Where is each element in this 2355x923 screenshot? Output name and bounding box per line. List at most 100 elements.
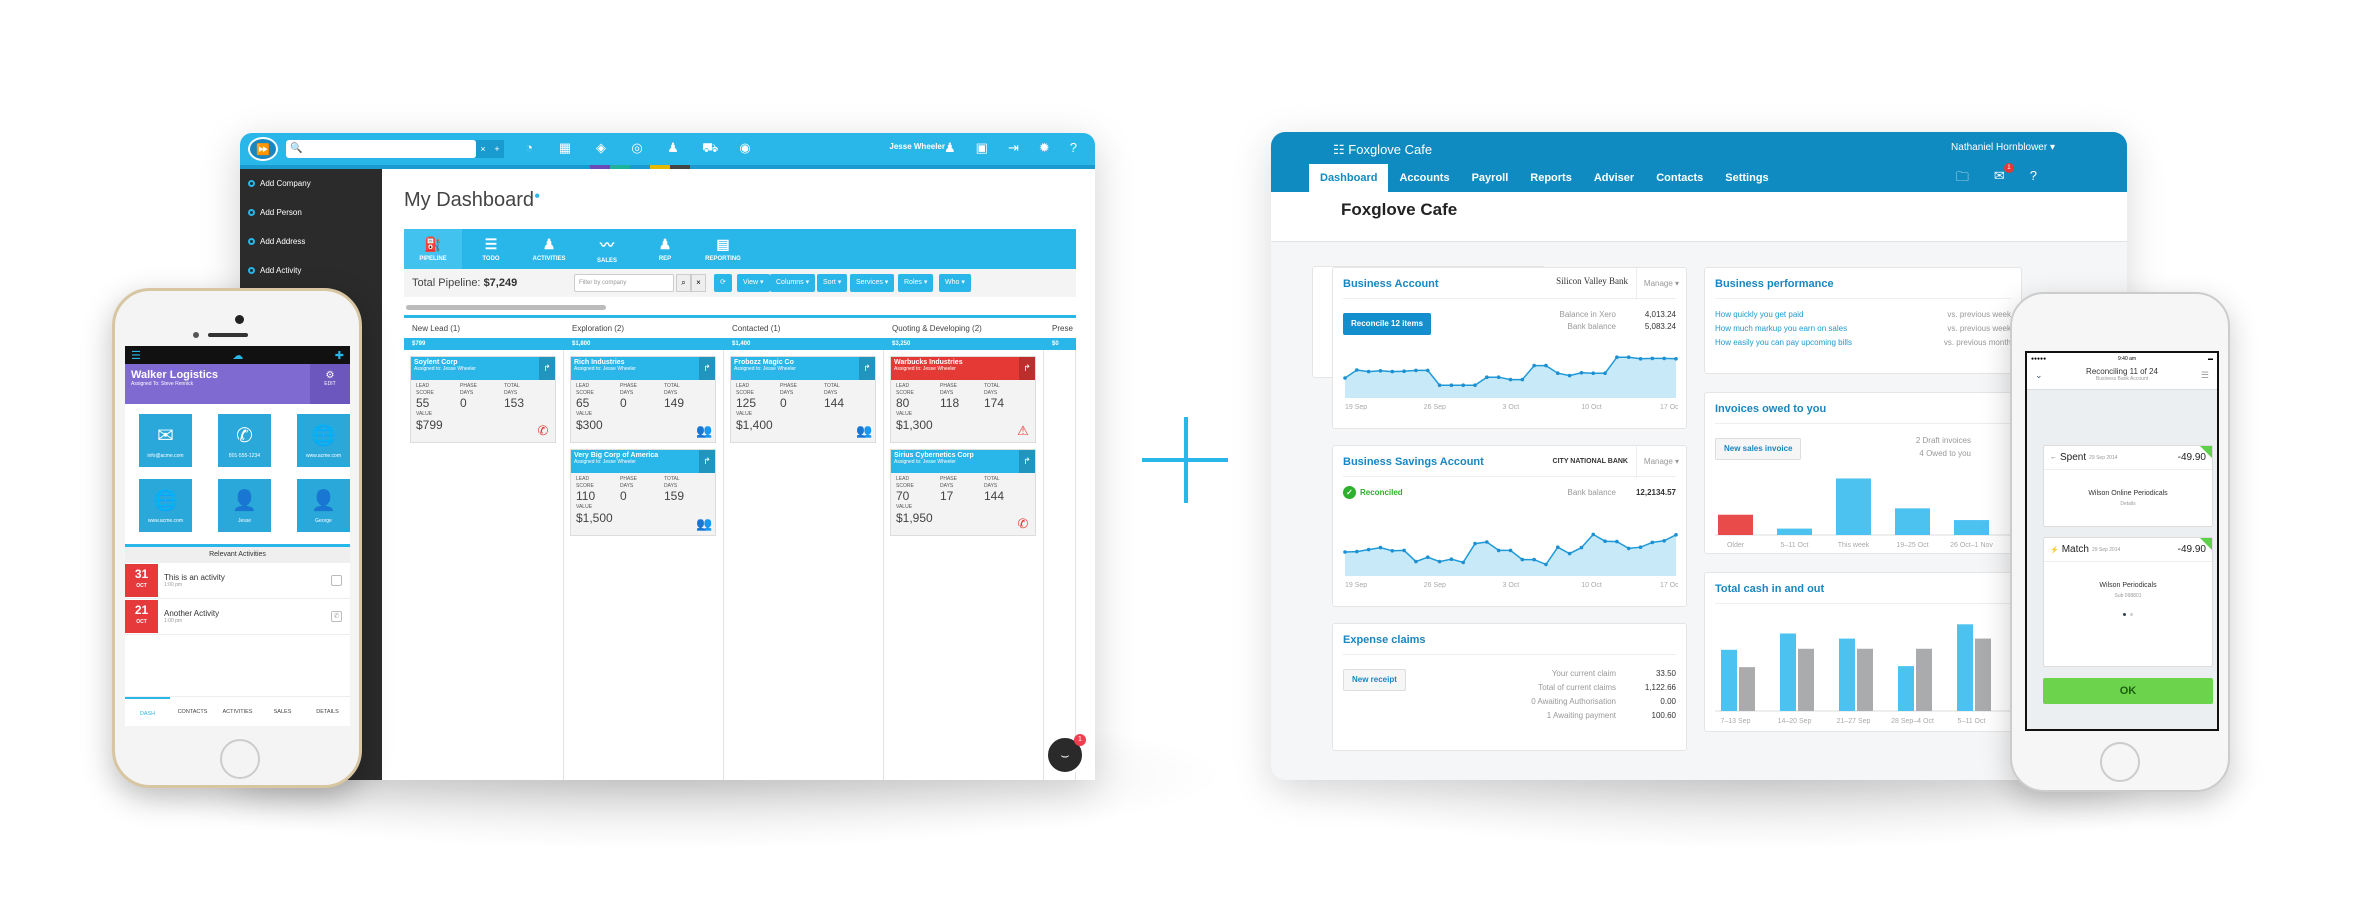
services-dropdown[interactable]: Services ▾ [850, 274, 895, 292]
phone-icon[interactable]: ✆ [1016, 517, 1030, 531]
phone-icon[interactable]: ✆ [331, 611, 342, 622]
dashboard-icon[interactable]: ◔ [522, 140, 536, 158]
share-icon[interactable]: ↱ [1019, 450, 1035, 473]
tab-settings[interactable]: Settings [1714, 164, 1779, 192]
deal-company[interactable]: Warbucks Industries [894, 359, 1032, 366]
tab-contacts[interactable]: CONTACTS [170, 697, 215, 726]
info-icon[interactable]: ● [534, 190, 540, 201]
filter-search-button[interactable]: ⌕ [676, 274, 691, 292]
tab-sales[interactable]: SALES [260, 697, 305, 726]
target-icon[interactable]: ◈ [594, 140, 608, 158]
deal-card[interactable]: Warbucks Industries Assigned to: Jesse W… [890, 356, 1036, 443]
share-icon[interactable]: ↱ [699, 357, 715, 380]
calendar-icon[interactable]: ▦ [558, 140, 572, 158]
crm-search-input[interactable]: 🔍 [286, 140, 476, 158]
horizontal-scrollbar[interactable] [406, 305, 606, 310]
sidebar-item-add-person[interactable]: Add Person [240, 198, 382, 227]
help-icon[interactable]: ? [2030, 168, 2037, 190]
share-icon[interactable]: ↱ [1019, 357, 1035, 380]
sort-dropdown[interactable]: Sort ▾ [817, 274, 848, 292]
filter-clear-button[interactable]: × [691, 274, 706, 292]
deal-company[interactable]: Rich Industries [574, 359, 712, 366]
new-receipt-button[interactable]: New receipt [1343, 669, 1406, 691]
contact-tile[interactable]: ✉ info@acme.com [139, 414, 192, 467]
manage-dropdown[interactable]: Manage ▾ [1636, 268, 1686, 300]
files-icon[interactable]: 🗀 [1956, 168, 1969, 190]
roles-dropdown[interactable]: Roles ▾ [898, 274, 934, 292]
crm-user-name[interactable]: Jesse Wheeler [889, 142, 945, 151]
manage-dropdown[interactable]: Manage ▾ [1636, 446, 1686, 478]
tab-activities[interactable]: ACTIVITIES [215, 697, 260, 726]
spent-card[interactable]: ← Spent 29 Sep 2014 -49.90 Wilson Online Pe… [2043, 445, 2213, 527]
tab-todo[interactable]: ☰ TODO [462, 229, 520, 269]
contact-tile[interactable]: 🌐 www.acme.com [297, 414, 350, 467]
location-icon[interactable]: ◉ [738, 140, 752, 158]
match-card[interactable]: ⚡ Match 29 Sep 2014 -49.90 Wilson Periodica… [2043, 537, 2213, 667]
deal-card[interactable]: Very Big Corp of America Assigned to: Je… [570, 449, 716, 536]
tab-reports[interactable]: Reports [1519, 164, 1583, 192]
deal-company[interactable]: Frobozz Magic Co [734, 359, 872, 366]
tab-payroll[interactable]: Payroll [1461, 164, 1520, 192]
tab-rep[interactable]: ♟ REP [636, 229, 694, 269]
refresh-button[interactable]: ⟳ [714, 274, 732, 292]
columns-dropdown[interactable]: Columns ▾ [770, 274, 816, 292]
user-icon[interactable]: ♟ [944, 140, 956, 156]
sidebar-item-add-address[interactable]: Add Address [240, 227, 382, 256]
new-sales-invoice-button[interactable]: New sales invoice [1715, 438, 1802, 460]
help-icon[interactable]: ? [1070, 140, 1077, 156]
who-dropdown[interactable]: Who ▾ [939, 274, 971, 292]
deal-company[interactable]: Very Big Corp of America [574, 452, 712, 459]
sidebar-item-add-activity[interactable]: Add Activity [240, 256, 382, 285]
activity-row[interactable]: 21 OCT Another Activity 1:00 pm ✆ [125, 599, 350, 635]
performance-link[interactable]: How easily you can pay upcoming bills [1715, 338, 1852, 347]
search-add-button[interactable]: + [490, 140, 504, 158]
tab-sales[interactable]: 〰 SALES [578, 229, 636, 269]
contact-tile[interactable]: 👤 George [297, 479, 350, 532]
share-icon[interactable]: ↱ [539, 357, 555, 380]
checkbox-icon[interactable] [331, 575, 342, 586]
pager-dots[interactable] [2044, 613, 2212, 616]
tab-accounts[interactable]: Accounts [1388, 164, 1460, 192]
user-menu[interactable]: Nathaniel Hornblower ▾ [1951, 142, 2055, 153]
deal-card[interactable]: Sirius Cybernetics Corp Assigned to: Jes… [890, 449, 1036, 536]
deal-card[interactable]: Soylent Corp Assigned to: Jesse Wheeler … [410, 356, 556, 443]
add-icon[interactable]: ✚ [335, 349, 344, 362]
deal-company[interactable]: Soylent Corp [414, 359, 552, 366]
tab-dash[interactable]: DASH [125, 697, 170, 726]
filter-company-input[interactable]: Filter by company [574, 274, 674, 292]
phone-home-button[interactable] [2100, 742, 2140, 782]
person-icon[interactable]: ♟ [666, 140, 680, 158]
settings-icon[interactable]: ✹ [1039, 140, 1050, 156]
tab-activities[interactable]: ♟ ACTIVITIES [520, 229, 578, 269]
sidebar-item-add-company[interactable]: Add Company [240, 169, 382, 198]
phone-home-button[interactable] [220, 739, 260, 779]
list-icon[interactable]: ☰ [2201, 370, 2209, 381]
view-dropdown[interactable]: View ▾ [737, 274, 770, 292]
logout-icon[interactable]: ⇥ [1008, 140, 1019, 156]
performance-link[interactable]: How much markup you earn on sales [1715, 324, 1847, 333]
warning-icon[interactable]: ⚠ [1016, 424, 1030, 438]
tab-details[interactable]: DETAILS [305, 697, 350, 726]
org-switcher[interactable]: ☷ Foxglove Cafe [1333, 142, 1432, 158]
compass-icon[interactable]: ◎ [630, 140, 644, 158]
tab-contacts[interactable]: Contacts [1645, 164, 1714, 192]
share-icon[interactable]: ↱ [699, 450, 715, 473]
edit-button[interactable]: ⚙ EDIT [310, 364, 350, 404]
details-link[interactable]: Details [2044, 501, 2212, 507]
contact-tile[interactable]: 👤 Jesse [218, 479, 271, 532]
deal-company[interactable]: Sirius Cybernetics Corp [894, 452, 1032, 459]
chat-button[interactable]: ⌣ 1 [1045, 734, 1086, 775]
performance-link[interactable]: How quickly you get paid [1715, 310, 1804, 319]
tab-dashboard[interactable]: Dashboard [1309, 164, 1389, 192]
menu-icon[interactable]: ☰ [131, 349, 141, 362]
window-icon[interactable]: ▣ [976, 140, 988, 156]
activity-row[interactable]: 31 OCT This is an activity 1:00 pm [125, 563, 350, 599]
cloud-logo-icon[interactable]: ⏩ [248, 137, 278, 161]
contact-tile[interactable]: 🌐 www.acme.com [139, 479, 192, 532]
mail-icon[interactable]: ✉ 1 [1994, 163, 2014, 190]
share-icon[interactable]: ↱ [859, 357, 875, 380]
deal-card[interactable]: Frobozz Magic Co Assigned to: Jesse Whee… [730, 356, 876, 443]
search-clear-button[interactable]: × [476, 140, 490, 158]
phone-icon[interactable]: ✆ [536, 424, 550, 438]
reconcile-button[interactable]: Reconcile 12 items [1343, 313, 1432, 335]
